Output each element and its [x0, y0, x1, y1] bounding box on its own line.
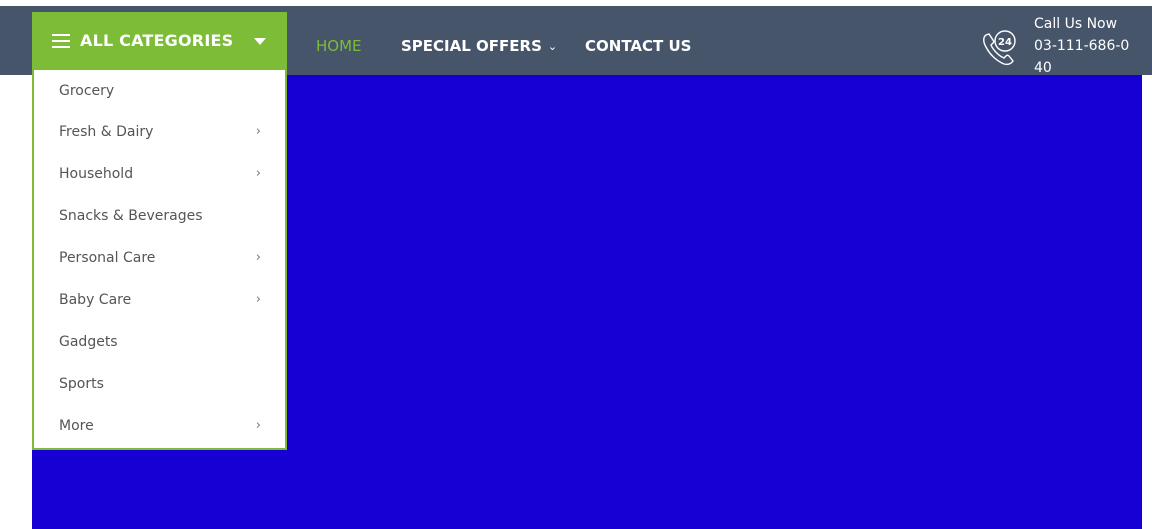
category-item-grocery[interactable]: Grocery [34, 70, 285, 111]
all-categories-label: ALL CATEGORIES [80, 31, 234, 50]
nav-home-link[interactable]: HOME [316, 37, 362, 55]
category-label: Sports [59, 376, 104, 392]
category-label: Baby Care [59, 292, 132, 308]
phone-24-icon: 24 [983, 30, 1016, 66]
call-us-block: Call Us Now 03-111-686-040 [1034, 13, 1144, 79]
chevron-right-icon: › [255, 417, 261, 433]
nav-contact-us-link[interactable]: CONTACT US [585, 37, 691, 55]
page: HOME SPECIAL OFFERS ⌄ CONTACT US 24 Call … [0, 0, 1152, 529]
chevron-right-icon: › [255, 249, 261, 265]
category-item-household[interactable]: Household › [34, 153, 285, 195]
chevron-down-icon: ⌄ [547, 40, 558, 53]
category-item-gadgets[interactable]: Gadgets [34, 321, 285, 363]
nav-special-offers-label: SPECIAL OFFERS [401, 37, 542, 55]
chevron-right-icon: › [255, 123, 261, 139]
category-item-more[interactable]: More › [34, 405, 285, 447]
chevron-right-icon: › [255, 165, 261, 181]
caret-down-icon [254, 38, 266, 45]
category-item-personal-care[interactable]: Personal Care › [34, 237, 285, 279]
phone-icon-text: 24 [998, 37, 1012, 48]
category-label: Fresh & Dairy [59, 124, 154, 140]
category-label: More [59, 418, 94, 434]
call-us-number[interactable]: 03-111-686-040 [1034, 35, 1134, 79]
category-label: Grocery [59, 82, 115, 99]
category-label: Snacks & Beverages [59, 208, 203, 224]
call-us-label: Call Us Now [1034, 16, 1118, 32]
chevron-right-icon: › [255, 291, 261, 307]
category-item-sports[interactable]: Sports [34, 363, 285, 405]
category-label: Gadgets [59, 334, 118, 350]
all-categories-toggle[interactable]: ALL CATEGORIES [32, 12, 287, 70]
category-label: Household [59, 166, 134, 182]
category-label: Personal Care [59, 250, 156, 266]
hamburger-icon [52, 34, 70, 48]
categories-dropdown-menu: Grocery Fresh & Dairy › Household › Snac… [32, 70, 287, 450]
category-item-snacks-beverages[interactable]: Snacks & Beverages [34, 195, 285, 237]
category-item-fresh-dairy[interactable]: Fresh & Dairy › [34, 111, 285, 153]
nav-special-offers-link[interactable]: SPECIAL OFFERS ⌄ [401, 37, 557, 55]
category-item-baby-care[interactable]: Baby Care › [34, 279, 285, 321]
